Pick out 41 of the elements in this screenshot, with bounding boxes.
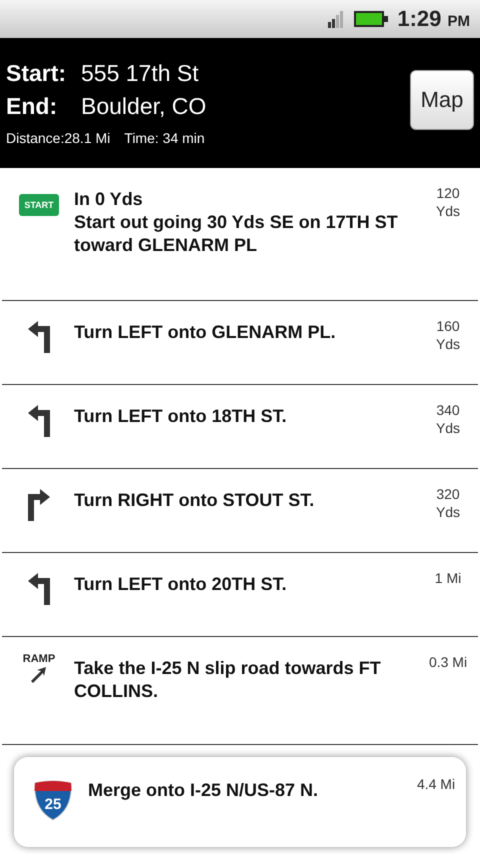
signal-icon [327,10,346,28]
turn-right-icon [28,489,50,521]
selected-step-card[interactable]: 25 Merge onto I-25 N/US-87 N. 4.4 Mi [14,757,466,847]
turn-left-icon [28,573,50,605]
step-heading: In 0 Yds [74,188,144,211]
direction-row[interactable]: Turn RIGHT onto STOUT ST. 320 Yds [2,469,478,553]
start-label: Start: [6,60,68,87]
battery-icon [353,9,390,29]
direction-row[interactable]: Turn LEFT onto GLENARM PL. 160 Yds [2,301,478,385]
direction-row[interactable]: RAMP Take the I-25 N slip road towards FT COLLINS. 0.3 Mi [2,637,478,745]
ramp-label: RAMP [22,653,56,665]
interstate-shield-icon [33,779,73,821]
step-instruction: Turn LEFT onto 18TH ST. [74,405,288,428]
start-badge: START [19,194,59,216]
direction-row[interactable]: Turn LEFT onto 20TH ST. 1 Mi [2,553,478,637]
step-instruction: Turn LEFT onto 20TH ST. [74,573,288,596]
step-instruction: Start out going 30 Yds SE on 17TH ST toward GLENARM PL [74,211,399,257]
step-instruction: Take the I-25 N slip road towards FT COLLINS. [74,657,382,703]
step-distance: 340 Yds [434,401,462,438]
end-label: End: [6,93,58,120]
direction-row[interactable]: Turn LEFT onto 18TH ST. 340 Yds [2,385,478,469]
direction-row[interactable]: START In 0 Yds Start out going 30 Yds SE on 17TH ST toward GLENARM PL 120 Yds [2,168,478,301]
step-instruction: Turn RIGHT onto STOUT ST. [74,489,316,512]
step-instruction: Turn LEFT onto GLENARM PL. [74,321,337,344]
map-button[interactable]: Map [410,70,474,130]
turn-left-icon [28,321,50,353]
step-instruction: Merge onto I-25 N/US-87 N. [88,779,320,802]
step-distance: 160 Yds [434,317,462,354]
total-time: Time: 34 min [124,130,205,146]
step-distance: 320 Yds [434,485,462,522]
ramp-arrow-icon [28,665,49,685]
turn-left-icon [28,405,50,437]
step-distance: 1 Mi [434,569,462,588]
clock: 1:29 PM [397,6,470,32]
total-distance: Distance:28.1 Mi [6,130,110,146]
step-distance: 120 Yds [434,184,462,221]
end-address: Boulder, CO [81,93,206,120]
step-distance: 4.4 Mi [416,775,456,794]
step-distance: 0.3 Mi [428,653,468,672]
start-address: 555 17th St [81,60,199,87]
shield-number: 25 [44,796,62,813]
